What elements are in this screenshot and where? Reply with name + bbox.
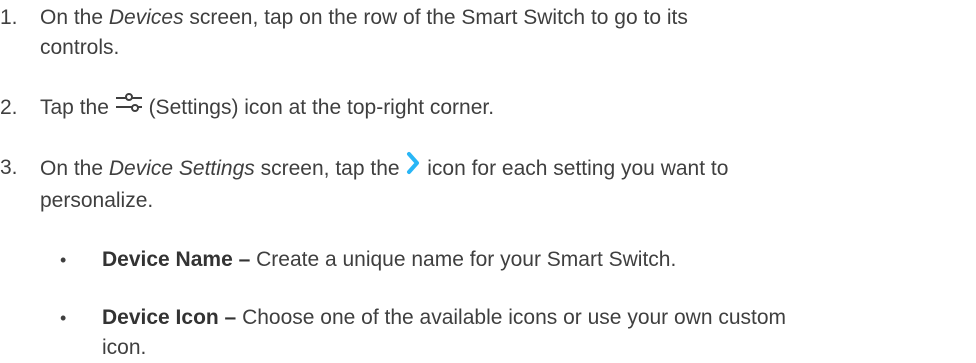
step-number: 3.: [0, 156, 18, 179]
step-text-part: (Settings) icon at the top-right corner.: [142, 96, 495, 120]
step-text-part: personalize.: [40, 189, 154, 212]
step-text-part: screen, tap the: [254, 157, 406, 181]
chevron-right-icon: [405, 151, 421, 184]
screen-name: Devices: [108, 6, 184, 29]
settings-sliders-icon: [115, 91, 143, 122]
instructions-document: 1. On the Devices screen, tap on the row…: [0, 0, 976, 359]
bullet-marker: •: [60, 308, 67, 328]
screen-name: Device Settings: [108, 157, 255, 181]
step-text: On the Devices screen, tap on the row of…: [40, 3, 940, 63]
bullet-title: Device Icon –: [102, 306, 237, 329]
bullet-text: Device Icon – Choose one of the availabl…: [102, 303, 976, 363]
bullet-description: Create a unique name for your Smart Swit…: [250, 248, 677, 271]
step-text-part: controls.: [40, 36, 120, 59]
step-text-part: On the: [40, 157, 109, 181]
step-text-part: On the: [40, 6, 109, 29]
bullet-description: Choose one of the available icons or use…: [236, 306, 787, 329]
step-text-part: screen, tap on the row of the Smart Swit…: [183, 6, 688, 29]
step-number: 2.: [0, 96, 18, 119]
step-text: Tap the (Settings) icon at the top-right…: [40, 93, 940, 124]
step-text-part: icon for each setting you want to: [421, 157, 729, 181]
bullet-text: Device Name – Create a unique name for y…: [102, 245, 976, 275]
step-text-part: Tap the: [40, 96, 115, 120]
step-text: On the Device Settings screen, tap the i…: [40, 151, 940, 216]
step-number: 1.: [0, 6, 18, 29]
bullet-marker: •: [60, 250, 67, 270]
bullet-title: Device Name –: [102, 248, 251, 271]
